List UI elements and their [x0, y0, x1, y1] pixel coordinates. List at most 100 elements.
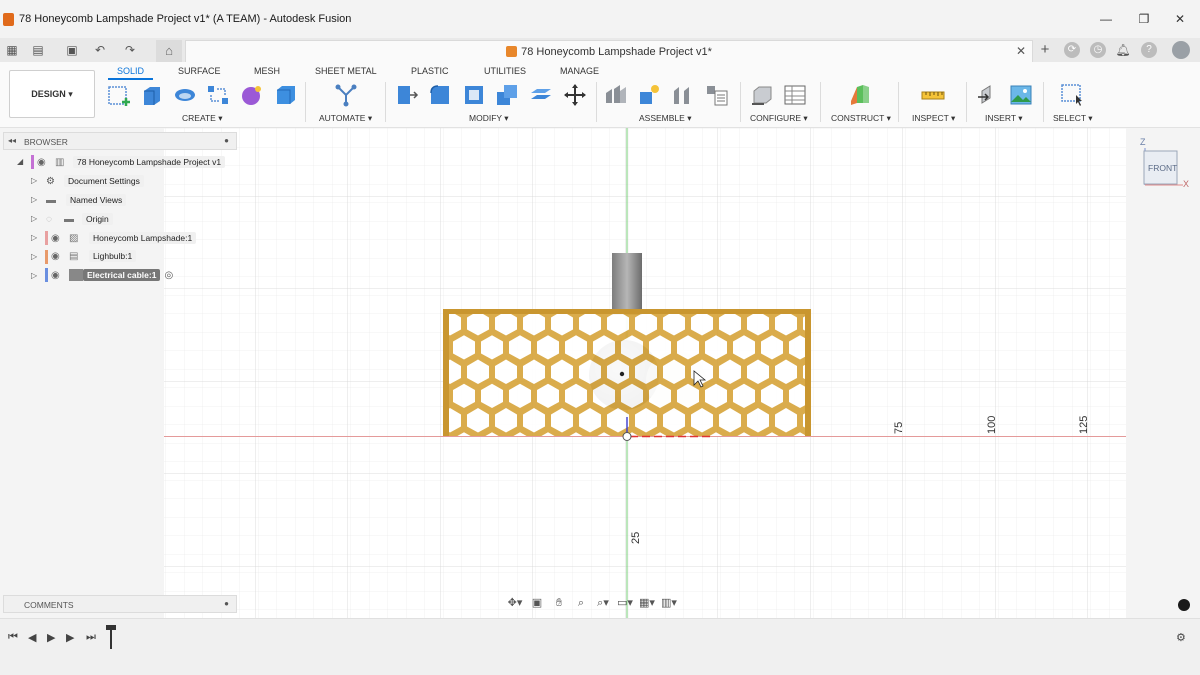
redo-icon[interactable]: ↷: [122, 42, 138, 58]
group-assemble[interactable]: ASSEMBLE ▾: [639, 113, 691, 124]
tree-item-lightbulb[interactable]: ◉ ▤ Lighbulb:1: [51, 248, 137, 264]
expand-icon[interactable]: ▷: [31, 252, 37, 261]
eye-icon[interactable]: ◉: [37, 157, 55, 168]
zoom-icon[interactable]: ⌕: [572, 595, 590, 611]
offset-plane-icon[interactable]: [848, 83, 872, 107]
collapse-browser-icon[interactable]: ◂◂: [8, 136, 16, 145]
home-icon[interactable]: ⌂: [156, 40, 182, 62]
expand-icon[interactable]: ▷: [31, 195, 37, 204]
maximize-icon[interactable]: ❐: [1136, 11, 1152, 27]
timeline-settings-gear-icon[interactable]: ⚙: [1176, 631, 1186, 644]
3d-viewport[interactable]: 75 100 125 25 Z FRONT X: [0, 128, 1200, 618]
press-pull-icon[interactable]: [395, 83, 419, 107]
move-copy-icon[interactable]: [563, 83, 587, 107]
select-icon[interactable]: [1060, 83, 1084, 107]
browser-panel-header[interactable]: ◂◂ BROWSER ●: [3, 132, 237, 150]
group-construct[interactable]: CONSTRUCT ▾: [831, 113, 891, 124]
look-at-icon[interactable]: ▣: [528, 595, 546, 611]
tab-mesh[interactable]: MESH: [254, 66, 280, 76]
job-status-icon[interactable]: ◷: [1090, 42, 1106, 58]
orbit-icon[interactable]: ✥▾: [506, 595, 524, 611]
extrude-icon[interactable]: [140, 83, 164, 107]
tab-surface[interactable]: SURFACE: [178, 66, 221, 76]
chat-icon[interactable]: [1178, 599, 1190, 611]
step-forward-icon[interactable]: ▶: [66, 631, 74, 644]
group-create[interactable]: CREATE ▾: [182, 113, 223, 124]
grid-settings-icon[interactable]: ▦▾: [638, 595, 656, 611]
comments-add-icon[interactable]: ●: [224, 599, 229, 608]
measure-icon[interactable]: [921, 83, 945, 107]
viewcube-face-front[interactable]: FRONT: [1148, 163, 1177, 173]
origin-point[interactable]: [622, 432, 632, 441]
new-tab-icon[interactable]: +: [1037, 42, 1053, 58]
electrical-cable[interactable]: [612, 253, 642, 315]
bill-of-materials-icon[interactable]: [705, 83, 729, 107]
fit-icon[interactable]: ⌕▾: [594, 595, 612, 611]
tree-item-honeycomb-lampshade[interactable]: ◉ ▨ Honeycomb Lampshade:1: [51, 230, 197, 246]
eye-hidden-icon[interactable]: ◌: [46, 214, 64, 225]
combine-icon[interactable]: [495, 83, 519, 107]
group-automate[interactable]: AUTOMATE ▾: [319, 113, 372, 124]
help-icon[interactable]: ?: [1141, 42, 1157, 58]
as-built-joint-icon[interactable]: [671, 83, 695, 107]
tree-item-root[interactable]: ◉ ▥ 78 Honeycomb Lampshade Project v1: [37, 154, 226, 170]
eye-icon[interactable]: ◉: [51, 233, 69, 244]
group-inspect[interactable]: INSPECT ▾: [912, 113, 955, 124]
create-sketch-icon[interactable]: [107, 83, 131, 107]
eye-icon[interactable]: ◉: [51, 251, 69, 262]
new-component-icon[interactable]: [604, 83, 628, 107]
step-back-icon[interactable]: ◀: [28, 631, 36, 644]
tab-plastic[interactable]: PLASTIC: [411, 66, 449, 76]
tree-item-electrical-cable[interactable]: ◉ Electrical cable:1 ◎: [51, 267, 173, 283]
apps-grid-icon[interactable]: ▦: [4, 42, 20, 58]
offset-face-icon[interactable]: [529, 83, 553, 107]
box-icon[interactable]: [274, 83, 298, 107]
tab-manage[interactable]: MANAGE: [560, 66, 599, 76]
tree-item-document-settings[interactable]: ⚙ Document Settings: [46, 173, 144, 189]
go-to-start-icon[interactable]: ⏮: [8, 631, 18, 644]
configuration-table-icon[interactable]: [783, 83, 807, 107]
configure-icon[interactable]: [750, 83, 774, 107]
timeline-marker[interactable]: [110, 627, 112, 649]
expand-icon[interactable]: ▷: [31, 176, 37, 185]
tab-solid[interactable]: SOLID: [117, 66, 144, 76]
viewports-icon[interactable]: ▥▾: [660, 595, 678, 611]
play-icon[interactable]: ▶: [47, 631, 55, 644]
automate-icon[interactable]: [334, 83, 358, 107]
workspace-switcher[interactable]: DESIGN ▾: [9, 70, 95, 118]
form-icon[interactable]: [240, 83, 264, 107]
tab-utilities[interactable]: UTILITIES: [484, 66, 526, 76]
tree-item-origin[interactable]: ◌ ▬ Origin: [46, 211, 113, 227]
activate-component-icon[interactable]: ◎: [164, 270, 173, 281]
save-icon[interactable]: ▣: [64, 42, 80, 58]
insert-derive-icon[interactable]: [976, 83, 1000, 107]
document-tab[interactable]: 78 Honeycomb Lampshade Project v1* ✕: [185, 40, 1033, 62]
insert-canvas-icon[interactable]: [1009, 83, 1033, 107]
eye-icon[interactable]: ◉: [51, 270, 69, 281]
tree-item-named-views[interactable]: ▬ Named Views: [46, 192, 127, 208]
display-settings-icon[interactable]: ▭▾: [616, 595, 634, 611]
comments-panel-header[interactable]: COMMENTS ●: [3, 595, 237, 613]
group-select[interactable]: SELECT ▾: [1053, 113, 1093, 124]
browser-pin-icon[interactable]: ●: [224, 136, 229, 145]
honeycomb-lampshade[interactable]: [443, 309, 811, 436]
file-menu-icon[interactable]: ▤: [30, 42, 46, 58]
pan-icon[interactable]: ✋︎: [550, 595, 568, 611]
joint-icon[interactable]: [637, 83, 661, 107]
shell-icon[interactable]: [462, 83, 486, 107]
tab-sheet-metal[interactable]: SHEET METAL: [315, 66, 377, 76]
undo-icon[interactable]: ↶: [92, 42, 108, 58]
expand-icon[interactable]: ▷: [31, 233, 37, 242]
fillet-icon[interactable]: [428, 83, 452, 107]
view-cube[interactable]: Z FRONT X: [1140, 137, 1189, 189]
notifications-icon[interactable]: 🔔︎: [1115, 42, 1131, 58]
user-avatar[interactable]: [1172, 41, 1190, 59]
sweep-icon[interactable]: [206, 83, 230, 107]
extensions-icon[interactable]: ⟳: [1064, 42, 1080, 58]
collapse-root-icon[interactable]: ◢: [17, 157, 23, 166]
group-configure[interactable]: CONFIGURE ▾: [750, 113, 808, 124]
go-to-end-icon[interactable]: ⏭: [86, 631, 96, 644]
close-icon[interactable]: ✕: [1172, 11, 1188, 27]
revolve-icon[interactable]: [173, 83, 197, 107]
expand-icon[interactable]: ▷: [31, 271, 37, 280]
